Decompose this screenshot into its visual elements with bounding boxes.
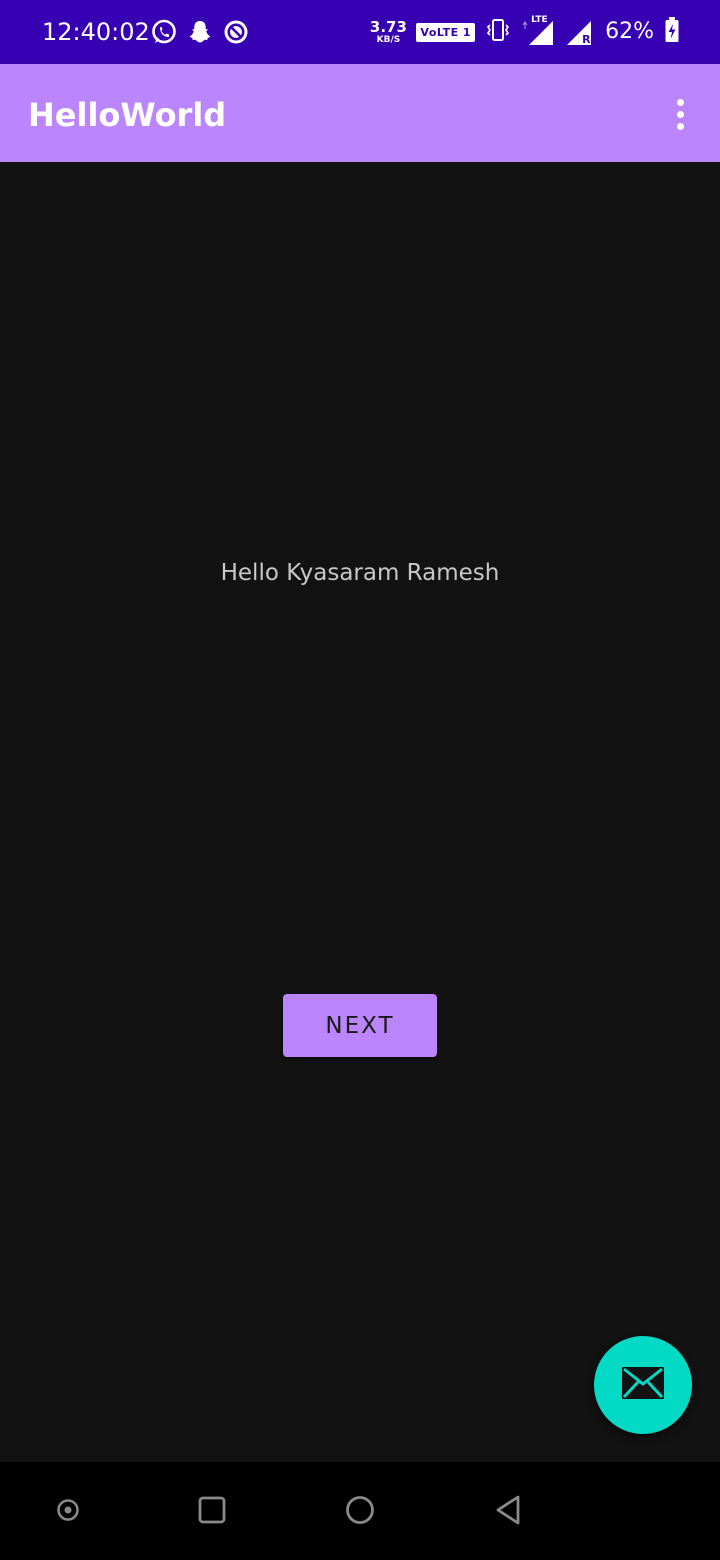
- greeting-text: Hello Kyasaram Ramesh: [220, 560, 500, 586]
- roaming-signal-icon: R: [565, 17, 595, 47]
- whatsapp-icon: [150, 18, 178, 46]
- back-triangle-icon: [493, 1494, 523, 1530]
- network-speed: 3.73 KB/S: [369, 17, 407, 45]
- status-bar: 12:40:02 3.73 KB/S VoLTE 1 LTE R 62%: [0, 0, 720, 64]
- next-button[interactable]: NEXT: [283, 994, 437, 1057]
- snapchat-icon: [186, 18, 214, 46]
- battery-percent: 62%: [605, 19, 654, 44]
- roaming-label: R: [582, 33, 591, 46]
- battery-charging-icon: [664, 16, 680, 48]
- status-time: 12:40:02: [42, 18, 150, 46]
- recents-square-icon: [197, 1495, 227, 1529]
- assistant-dot-icon: [55, 1497, 81, 1527]
- more-vert-icon: [676, 98, 684, 106]
- recents-button[interactable]: [188, 1488, 236, 1536]
- assistant-button[interactable]: [44, 1488, 92, 1536]
- main-content: Hello Kyasaram Ramesh NEXT: [0, 162, 720, 1462]
- status-system-icons: 3.73 KB/S VoLTE 1 LTE R 62%: [370, 14, 680, 50]
- home-button[interactable]: [336, 1488, 384, 1536]
- email-fab[interactable]: [594, 1336, 692, 1434]
- back-button[interactable]: [484, 1488, 532, 1536]
- more-options-button[interactable]: [662, 94, 698, 134]
- email-icon: [620, 1365, 666, 1405]
- network-speed-value: 3.73: [369, 17, 407, 36]
- do-not-disturb-icon: [222, 18, 250, 46]
- vibrate-icon: [485, 17, 511, 47]
- home-circle-icon: [344, 1494, 376, 1530]
- app-title: HelloWorld: [28, 96, 227, 134]
- volte-badge: VoLTE 1: [416, 22, 476, 42]
- navigation-bar: [0, 1462, 720, 1560]
- network-speed-unit: KB/S: [376, 34, 401, 45]
- lte-signal-icon: LTE: [521, 15, 555, 47]
- status-notification-icons: [150, 18, 250, 46]
- app-bar: HelloWorld: [0, 64, 720, 162]
